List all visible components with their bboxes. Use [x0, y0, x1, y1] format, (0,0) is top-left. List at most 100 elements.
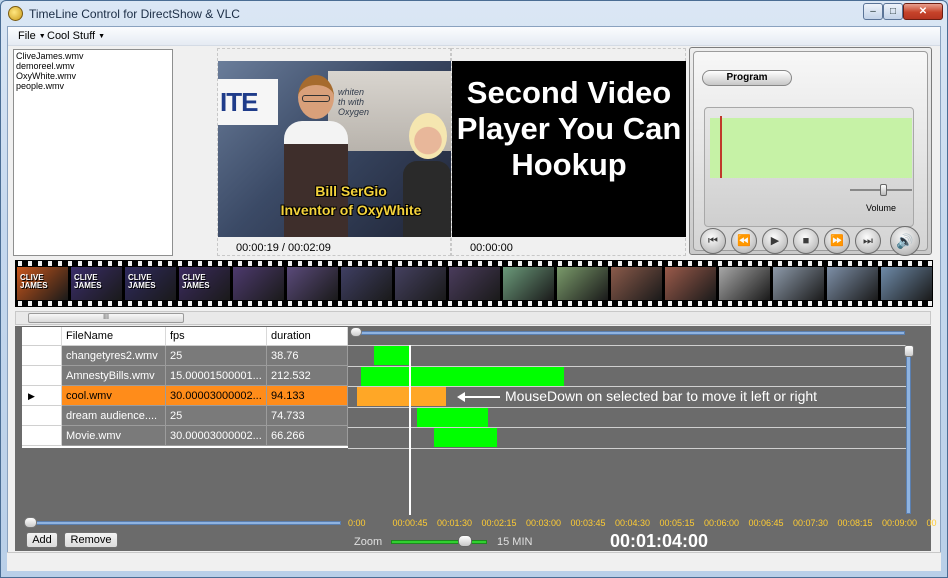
timeline-bar[interactable] [416, 407, 488, 427]
remove-button[interactable]: Remove [64, 532, 118, 548]
play-button[interactable]: ▶ [762, 228, 788, 254]
add-button[interactable]: Add [26, 532, 58, 548]
rewind-button[interactable]: ⏪ [731, 228, 757, 254]
vertical-zoom-thumb[interactable] [904, 345, 914, 357]
table-row[interactable]: changetyres2.wmv 25 38.76 [22, 346, 355, 366]
minimize-button[interactable]: – [863, 3, 883, 20]
ruler-tick-label: 00:07:30 [793, 518, 829, 528]
film-frame[interactable] [449, 267, 500, 300]
maximize-button[interactable]: □ [883, 3, 903, 20]
film-frame[interactable] [233, 267, 284, 300]
fast-forward-button[interactable]: ⏩ [824, 228, 850, 254]
film-frame[interactable] [503, 267, 554, 300]
list-item[interactable]: demoreel.wmv [16, 61, 170, 71]
timeline-bar[interactable] [361, 366, 565, 386]
cell-fps[interactable]: 15.00001500001... [166, 366, 267, 386]
cell-filename[interactable]: AmnestyBills.wmv [62, 366, 166, 386]
vertical-zoom-track[interactable] [906, 349, 911, 514]
zoom-slider-track[interactable] [391, 540, 487, 544]
film-frame[interactable] [665, 267, 716, 300]
timeline-bar[interactable] [433, 428, 498, 447]
table-row[interactable]: AmnestyBills.wmv 15.00001500001... 212.5… [22, 366, 355, 386]
grid-scroll-thumb[interactable] [24, 517, 37, 528]
cell-fps[interactable]: 30.00003000002... [166, 426, 267, 446]
list-item[interactable]: OxyWhite.wmv [16, 71, 170, 81]
film-frame[interactable] [881, 267, 932, 300]
rewind-icon: ⏪ [737, 235, 751, 247]
film-frame[interactable] [287, 267, 338, 300]
row-selector[interactable] [22, 426, 62, 446]
video-player-1[interactable]: whiten th with Oxygen ITE Bill SerGio In… [217, 48, 451, 256]
row-selector[interactable] [22, 406, 62, 426]
scrollbar-thumb[interactable]: III [28, 313, 184, 323]
film-frame[interactable]: CLIVE JAMES [179, 267, 230, 300]
film-frame[interactable] [611, 267, 662, 300]
cell-duration[interactable]: 212.532 [267, 366, 348, 386]
list-item[interactable]: CliveJames.wmv [16, 51, 170, 61]
cell-duration[interactable]: 66.266 [267, 426, 348, 446]
cell-duration[interactable]: 74.733 [267, 406, 348, 426]
table-row[interactable]: Movie.wmv 30.00003000002... 66.266 [22, 426, 355, 446]
film-frame[interactable] [395, 267, 446, 300]
video-screen-1[interactable]: whiten th with Oxygen ITE Bill SerGio In… [218, 61, 451, 237]
filmstrip-scrollbar[interactable]: III [15, 311, 931, 325]
filmstrip[interactable]: CLIVE JAMES CLIVE JAMES CLIVE JAMES CLIVE J… [15, 260, 933, 307]
video-player-2[interactable]: Second Video Player You Can Hookup 00:00… [451, 48, 686, 256]
title-bar[interactable]: TimeLine Control for DirectShow & VLC – … [1, 1, 947, 27]
film-frame[interactable] [719, 267, 770, 300]
timeline-bar-selected[interactable] [356, 387, 447, 406]
cell-filename[interactable]: cool.wmv [62, 386, 166, 406]
close-button[interactable]: ✕ [903, 3, 943, 20]
film-frame[interactable]: CLIVE JAMES [17, 267, 68, 300]
timeline-ruler[interactable]: 0:00 00:00:45 00:01:30 00:02:15 00:03:00 00:0… [348, 517, 937, 529]
film-frame[interactable]: CLIVE JAMES [125, 267, 176, 300]
banner-text: ITE [220, 87, 258, 117]
row-selector[interactable] [22, 366, 62, 386]
timeline-bar[interactable] [373, 346, 411, 365]
menu-file[interactable]: File ▼ [18, 30, 46, 42]
column-header-filename[interactable]: FileName [62, 327, 166, 346]
ruler-tick-label: 00:02:15 [481, 518, 517, 528]
skip-forward-icon: ⏭ [863, 235, 873, 247]
clip-grid[interactable]: FileName fps duration changetyres2.wmv 2… [22, 327, 348, 448]
cell-duration[interactable]: 38.76 [267, 346, 348, 366]
video-screen-2[interactable]: Second Video Player You Can Hookup [452, 61, 686, 237]
film-frame[interactable] [773, 267, 824, 300]
cell-filename[interactable]: dream audience.... [62, 406, 166, 426]
fast-forward-icon: ⏩ [830, 235, 844, 247]
file-list[interactable]: CliveJames.wmv demoreel.wmv OxyWhite.wmv… [13, 49, 173, 256]
skip-back-button[interactable]: ⏮ [700, 228, 726, 254]
cell-filename[interactable]: Movie.wmv [62, 426, 166, 446]
cell-filename[interactable]: changetyres2.wmv [62, 346, 166, 366]
playhead[interactable] [409, 345, 412, 515]
skip-forward-button[interactable]: ⏭ [855, 228, 881, 254]
cell-fps[interactable]: 30.00003000002... [166, 386, 267, 406]
program-position-marker[interactable] [720, 116, 723, 178]
zoom-slider-thumb[interactable] [458, 535, 473, 547]
table-row[interactable]: dream audience.... 25 74.733 [22, 406, 355, 426]
menu-cool-stuff[interactable]: Cool Stuff ▼ [47, 30, 105, 42]
volume-thumb[interactable] [880, 184, 888, 196]
mute-button[interactable]: 🔊 [890, 226, 920, 256]
timeline-scroll-track[interactable] [352, 331, 905, 335]
grid-scroll-track[interactable] [26, 521, 341, 525]
column-header-duration[interactable]: duration [267, 327, 348, 346]
column-header-fps[interactable]: fps [166, 327, 267, 346]
timeline-scroll-thumb[interactable] [350, 327, 362, 337]
cell-fps[interactable]: 25 [166, 406, 267, 426]
stop-button[interactable]: ■ [793, 228, 819, 254]
row-selector[interactable]: ▶ [22, 386, 62, 406]
grid-corner [22, 327, 62, 346]
row-selector[interactable] [22, 346, 62, 366]
second-player-text: Second Video Player You Can Hookup [456, 75, 682, 182]
table-row-selected[interactable]: ▶ cool.wmv 30.00003000002... 94.133 [22, 386, 355, 406]
cell-duration[interactable]: 94.133 [267, 386, 348, 406]
film-frame[interactable] [341, 267, 392, 300]
program-tab[interactable]: Program [702, 70, 792, 86]
film-frame[interactable]: CLIVE JAMES [71, 267, 122, 300]
list-item[interactable]: people.wmv [16, 81, 170, 91]
film-frame[interactable] [557, 267, 608, 300]
cell-fps[interactable]: 25 [166, 346, 267, 366]
film-frame[interactable] [827, 267, 878, 300]
program-screen[interactable] [710, 118, 912, 178]
